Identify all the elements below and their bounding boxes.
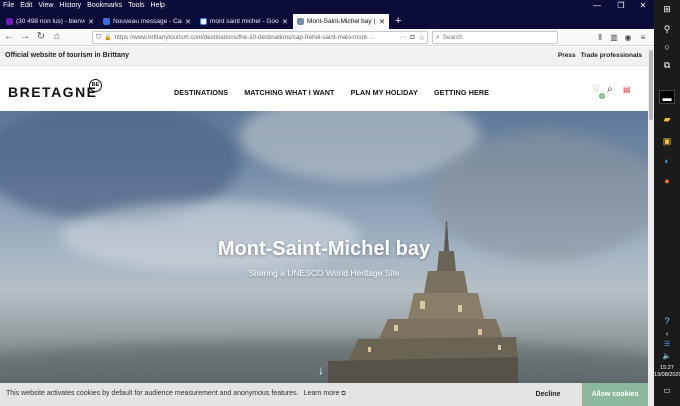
favorites-count-badge: 0 xyxy=(599,93,605,99)
lock-icon[interactable]: 🔒 xyxy=(104,34,111,41)
official-site-label: Official website of tourism in Brittany xyxy=(5,52,130,59)
tab-close-icon[interactable]: ✕ xyxy=(379,18,385,26)
bookmark-star-icon[interactable]: ☆ xyxy=(419,34,425,42)
menu-bar: File Edit View History Bookmarks Tools H… xyxy=(0,0,654,12)
notifications-icon[interactable]: ▭ xyxy=(659,384,675,398)
decline-cookies-button[interactable]: Decline xyxy=(516,383,580,406)
tab-favicon-icon xyxy=(6,18,13,25)
edge-browser-icon[interactable]: ◐ xyxy=(659,154,675,168)
learn-more-link[interactable]: Learn more xyxy=(304,390,340,397)
cookie-banner: This website activates cookies by defaul… xyxy=(0,383,648,406)
help-icon[interactable]: ? xyxy=(659,314,675,328)
volume-icon[interactable]: 🔈 xyxy=(659,350,675,364)
tab-label: Mont-Saint-Michel bay | Britt… xyxy=(307,18,376,25)
nav-destinations[interactable]: DESTINATIONS xyxy=(174,88,228,97)
minimize-icon[interactable]: — xyxy=(586,0,608,12)
language-flag-icon[interactable]: ▤ xyxy=(623,85,631,94)
account-icon[interactable]: ◉ xyxy=(622,31,634,44)
nav-getting-here[interactable]: GETTING HERE xyxy=(434,88,489,97)
windows-taskbar: ⊞ ⚲ ○ ⧉ ▬ ▰ ▣ ◐ ● ? ‹ ☰ 🔈 15:27 13/08/20… xyxy=(654,0,680,406)
nav-plan-my-holiday[interactable]: PLAN MY HOLIDAY xyxy=(351,88,418,97)
library-icon[interactable]: ⫴ xyxy=(594,31,606,44)
reload-icon[interactable]: ↻ xyxy=(34,30,48,44)
clock-date: 13/08/2020 xyxy=(654,372,680,378)
windows-start-icon[interactable]: ⊞ xyxy=(659,2,675,16)
cookie-message: This website activates cookies by defaul… xyxy=(6,390,299,397)
tab-google[interactable]: mont saint michel - Google Se… ✕ xyxy=(196,14,292,29)
tab-mail[interactable]: (30 498 non lus) - bienvenue… ✕ xyxy=(2,14,98,29)
page-actions-icon[interactable]: ··· xyxy=(399,34,406,41)
clock-time: 15:27 xyxy=(660,365,674,371)
file-explorer-icon[interactable]: ▰ xyxy=(659,112,675,126)
tab-label: (30 498 non lus) - bienvenue… xyxy=(16,18,85,25)
menu-view[interactable]: View xyxy=(35,0,56,12)
main-nav: DESTINATIONS MATCHING WHAT I WANT PLAN M… xyxy=(174,88,505,97)
url-text[interactable]: https://www.brittanytourism.com/destinat… xyxy=(115,34,398,41)
logo-badge: BE xyxy=(89,79,102,92)
menu-bookmarks[interactable]: Bookmarks xyxy=(84,0,125,12)
url-bar[interactable]: ⛉ 🔒 https://www.brittanytourism.com/dest… xyxy=(92,31,428,44)
hero-banner: Mont-Saint-Michel bay Sharing a UNESCO W… xyxy=(0,111,648,383)
cookie-text: This website activates cookies by defaul… xyxy=(6,390,346,398)
cortana-icon[interactable]: ○ xyxy=(659,40,675,54)
pocket-icon[interactable]: ◘ xyxy=(410,34,414,41)
back-icon[interactable]: ← xyxy=(2,30,16,44)
forward-icon[interactable]: → xyxy=(18,30,32,44)
google-favicon-icon xyxy=(200,18,207,25)
home-icon[interactable]: ⌂ xyxy=(50,30,64,44)
menu-file[interactable]: File xyxy=(0,0,17,12)
firefox-icon[interactable]: ● xyxy=(659,174,675,188)
hamburger-menu-icon[interactable]: ≡ xyxy=(637,31,649,44)
bretagne-logo[interactable]: BRETAGNE xyxy=(8,84,98,100)
new-tab-button[interactable]: + xyxy=(390,14,406,29)
menu-help[interactable]: Help xyxy=(148,0,168,12)
tab-brittany-active[interactable]: Mont-Saint-Michel bay | Britt… ✕ xyxy=(293,14,389,29)
tab-label: Nouveau message - CanalBlog xyxy=(113,18,182,25)
shore-shape xyxy=(0,341,648,383)
sidebar-icon[interactable]: ▥ xyxy=(608,31,620,44)
tab-label: mont saint michel - Google Se… xyxy=(210,18,279,25)
menu-edit[interactable]: Edit xyxy=(17,0,35,12)
hero-subtitle: Sharing a UNESCO World Heritage Site xyxy=(248,268,400,278)
allow-cookies-button[interactable]: Allow cookies xyxy=(582,383,648,406)
tab-close-icon[interactable]: ✕ xyxy=(185,18,191,26)
trade-professionals-link[interactable]: Trade professionals xyxy=(581,52,642,59)
tab-close-icon[interactable]: ✕ xyxy=(88,18,94,26)
tab-bar: (30 498 non lus) - bienvenue… ✕ Nouveau … xyxy=(0,12,654,29)
tab-close-icon[interactable]: ✕ xyxy=(282,18,288,26)
external-link-icon: ⧉ xyxy=(341,391,346,397)
taskbar-clock[interactable]: 15:27 13/08/2020 xyxy=(654,365,680,379)
tab-favicon-icon xyxy=(103,18,110,25)
scrollbar-thumb[interactable] xyxy=(649,50,653,120)
site-header: BRETAGNE BE DESTINATIONS MATCHING WHAT I… xyxy=(0,67,648,111)
store-icon[interactable]: ▣ xyxy=(659,134,675,148)
navigation-bar: ← → ↻ ⌂ ⛉ 🔒 https://www.brittanytourism.… xyxy=(0,29,654,46)
shield-icon[interactable]: ⛉ xyxy=(96,34,101,42)
search-placeholder: Search xyxy=(442,34,463,41)
task-view-icon[interactable]: ⧉ xyxy=(659,58,675,72)
close-window-icon[interactable]: ✕ xyxy=(632,0,654,12)
hero-title: Mont-Saint-Michel bay xyxy=(217,238,431,260)
strip-links: Press Trade professionals xyxy=(553,52,642,59)
menu-history[interactable]: History xyxy=(56,0,84,12)
nav-matching-what-i-want[interactable]: MATCHING WHAT I WANT xyxy=(244,88,334,97)
restore-icon[interactable]: ❐ xyxy=(610,0,632,12)
scroll-down-arrow-icon[interactable]: ↓ xyxy=(318,363,324,377)
top-strip: Official website of tourism in Brittany … xyxy=(0,47,648,66)
search-input[interactable]: ⌕ Search xyxy=(432,31,558,44)
tab-favicon-icon xyxy=(297,18,304,25)
search-icon[interactable]: ⚲ xyxy=(659,22,675,36)
terminal-app-icon[interactable]: ▬ xyxy=(659,90,675,104)
menu-tools[interactable]: Tools xyxy=(125,0,147,12)
tab-canalblog[interactable]: Nouveau message - CanalBlog ✕ xyxy=(99,14,195,29)
page-viewport: Official website of tourism in Brittany … xyxy=(0,47,654,406)
press-link[interactable]: Press xyxy=(558,52,576,59)
search-icon: ⌕ xyxy=(436,33,440,41)
search-icon[interactable]: ⌕ xyxy=(607,84,613,95)
